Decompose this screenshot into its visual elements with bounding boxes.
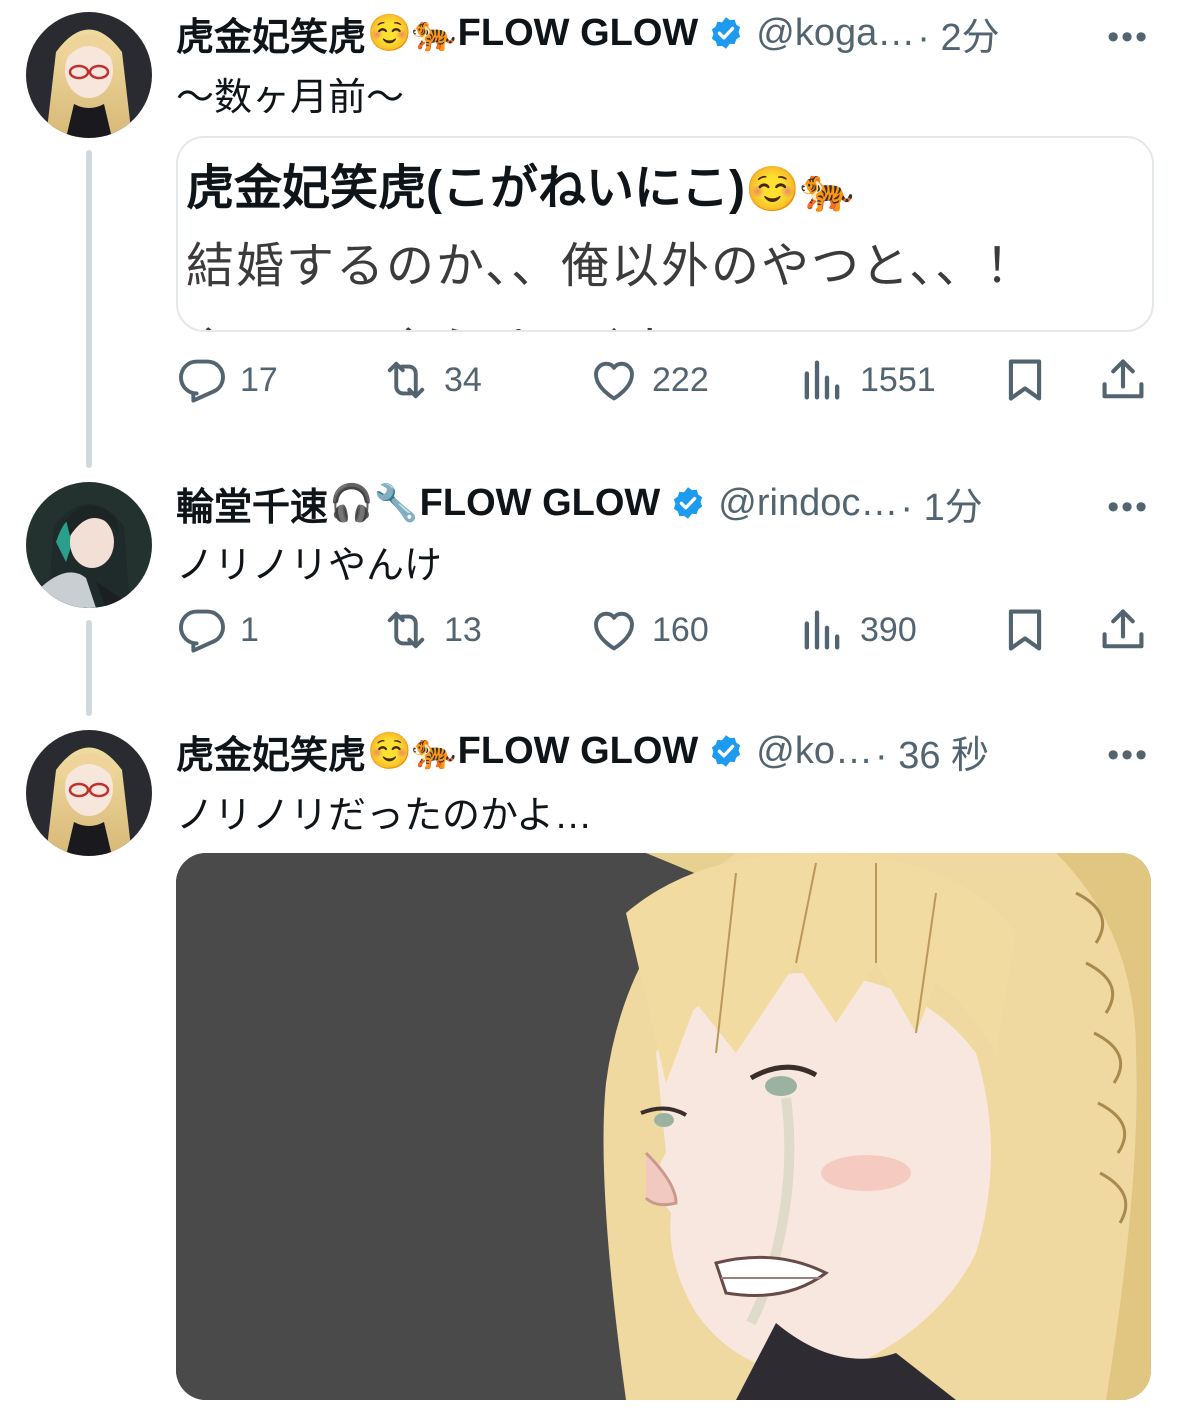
like-count: 160 [652, 610, 709, 649]
views-icon [796, 354, 848, 406]
reply-count: 17 [240, 360, 278, 399]
like-icon [588, 604, 640, 656]
like-icon [588, 354, 640, 406]
thread-line [86, 620, 92, 716]
group-name[interactable]: FLOW GLOW [458, 730, 699, 773]
like-button[interactable]: 222 [588, 350, 709, 410]
views-icon [796, 604, 848, 656]
share-icon [1097, 604, 1149, 656]
reply-icon [176, 354, 228, 406]
views-count: 1551 [860, 360, 936, 399]
like-count: 222 [652, 360, 709, 399]
more-icon[interactable]: ••• [1107, 18, 1149, 57]
retweet-icon [380, 604, 432, 656]
reply-count: 1 [240, 610, 259, 649]
handle[interactable]: @koga… [756, 12, 915, 55]
bookmark-icon [999, 604, 1051, 656]
retweet-count: 34 [444, 360, 482, 399]
quoted-image[interactable]: 虎金妃笑虎(こがねいにこ)☺️🐅 結婚するのか、、俺以外のやつと、、！ やる！！… [176, 136, 1154, 332]
reply-button[interactable]: 17 [176, 350, 278, 410]
more-icon[interactable]: ••• [1107, 488, 1149, 527]
share-button[interactable] [1097, 350, 1149, 410]
retweet-button[interactable]: 34 [380, 350, 482, 410]
reply-icon [176, 604, 228, 656]
handle[interactable]: @ko… [756, 730, 873, 773]
timestamp[interactable]: · 1分 [900, 476, 982, 531]
like-button[interactable]: 160 [588, 600, 709, 660]
name-emojis: ☺️🐅 [367, 730, 457, 771]
avatar[interactable] [26, 12, 152, 138]
bookmark-button[interactable] [999, 600, 1051, 660]
display-name[interactable]: 虎金妃笑虎 [176, 6, 366, 61]
crying-character-illustration [176, 853, 1151, 1400]
avatar[interactable] [26, 482, 152, 608]
bookmark-button[interactable] [999, 350, 1051, 410]
retweet-icon [380, 354, 432, 406]
quoted-name-emojis: ☺️🐅 [745, 165, 855, 214]
name-emojis: 🎧🔧 [329, 482, 419, 523]
verified-badge-icon[interactable] [670, 485, 706, 521]
quoted-name: 虎金妃笑虎(こがねいにこ) [186, 162, 746, 215]
timestamp[interactable]: · 36 秒 [875, 724, 989, 779]
views-button[interactable]: 390 [796, 600, 917, 660]
tweet-text: ノリノリだったのかよ… [176, 795, 593, 837]
retweet-button[interactable]: 13 [380, 600, 482, 660]
verified-badge-icon[interactable] [708, 733, 744, 769]
tweet-text: ノリノリやんけ [176, 545, 443, 587]
group-name[interactable]: FLOW GLOW [458, 12, 699, 55]
action-bar: 17 34 222 1551 [176, 350, 1151, 410]
thread-line [86, 150, 92, 468]
handle[interactable]: @rindoc… [718, 482, 898, 525]
timestamp[interactable]: · 2分 [917, 6, 999, 61]
views-button[interactable]: 1551 [796, 350, 936, 410]
tweet-header: 虎金妃笑虎 ☺️🐅 FLOW GLOW @ko… · 36 秒 [176, 724, 989, 779]
reply-button[interactable]: 1 [176, 600, 259, 660]
share-icon [1097, 354, 1149, 406]
tweet-image[interactable] [176, 853, 1151, 1400]
display-name[interactable]: 虎金妃笑虎 [176, 724, 366, 779]
tweet-header: 虎金妃笑虎 ☺️🐅 FLOW GLOW @koga… · 2分 [176, 6, 1000, 61]
tweet-header: 輪堂千速 🎧🔧 FLOW GLOW @rindoc… · 1分 [176, 476, 983, 531]
bookmark-icon [999, 354, 1051, 406]
display-name[interactable]: 輪堂千速 [176, 476, 328, 531]
share-button[interactable] [1097, 600, 1149, 660]
quoted-text-line-1: 結婚するのか、、俺以外のやつと、、！ [186, 240, 1036, 293]
verified-badge-icon[interactable] [708, 15, 744, 51]
avatar[interactable] [26, 730, 152, 856]
tweet-text: 〜数ヶ月前〜 [176, 77, 405, 119]
views-count: 390 [860, 610, 917, 649]
retweet-count: 13 [444, 610, 482, 649]
group-name[interactable]: FLOW GLOW [420, 482, 661, 525]
quoted-text-line-2: やる！！やらせてくれ！！！ [186, 310, 1035, 330]
action-bar: 1 13 160 390 [176, 600, 1151, 660]
more-icon[interactable]: ••• [1107, 736, 1149, 775]
name-emojis: ☺️🐅 [367, 12, 457, 53]
